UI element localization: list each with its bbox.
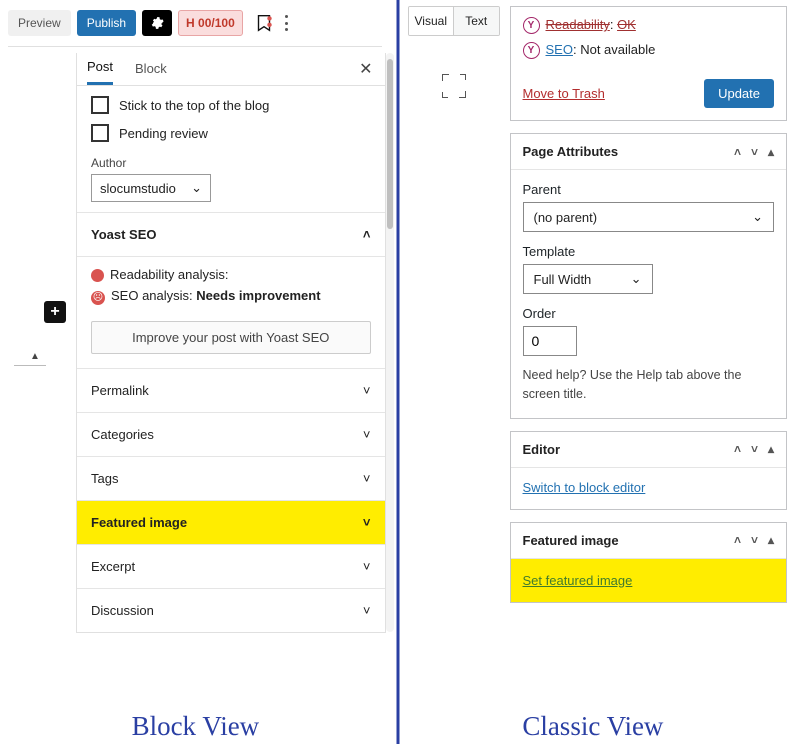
chevron-down-icon: ˅ — [363, 603, 371, 618]
page-attributes-metabox: Page Attributes ˄˅▴ Parent (no parent)⌄ … — [510, 133, 788, 419]
settings-button[interactable] — [142, 10, 172, 36]
panel-title: Tags — [91, 471, 118, 486]
heading-score-button[interactable]: H 00/100 — [178, 10, 243, 36]
chevron-down-icon: ˅ — [363, 515, 371, 530]
editor-metabox: Editor ˄ ˅ ▴ Switch to block editor — [510, 431, 788, 510]
author-label: Author — [91, 156, 371, 170]
yoast-traffic-light-icon[interactable] — [253, 12, 275, 34]
chevron-down-icon: ˅ — [363, 559, 371, 574]
order-input[interactable] — [523, 326, 577, 356]
tab-post[interactable]: Post — [87, 59, 113, 85]
chevron-down-icon: ⌄ — [631, 271, 642, 287]
parent-label: Parent — [523, 182, 775, 197]
caption-left: Block View — [132, 711, 260, 742]
chevron-down-icon: ⌄ — [752, 209, 763, 225]
pending-checkbox[interactable] — [91, 124, 109, 142]
preview-button[interactable]: Preview — [8, 10, 71, 36]
chevron-up-icon[interactable]: ˄ — [734, 533, 741, 547]
chevron-down-icon[interactable]: ˅ — [751, 533, 758, 547]
caption-right: Classic View — [522, 711, 663, 742]
chevron-down-icon[interactable]: ˅ — [751, 442, 758, 456]
chevron-down-icon: ⌄ — [191, 180, 202, 196]
panel-categories[interactable]: Categories ˅ — [77, 413, 385, 457]
collapse-icon: ▲ — [30, 351, 40, 362]
seo-value: Not available — [580, 42, 655, 57]
panel-tags[interactable]: Tags ˅ — [77, 457, 385, 501]
template-select[interactable]: Full Width ⌄ — [523, 264, 653, 294]
publish-metabox: YReadability: OK YSEO: Not available Mov… — [510, 6, 788, 121]
panel-title: Featured image — [91, 515, 187, 530]
chevron-up-icon: ˄ — [363, 227, 371, 242]
more-menu-button[interactable] — [285, 15, 289, 31]
featured-image-metabox: Featured image ˄ ˅ ▴ Set featured image — [510, 522, 788, 603]
tab-visual[interactable]: Visual — [409, 7, 455, 35]
sad-face-icon: ☹ — [91, 291, 105, 305]
tab-block[interactable]: Block — [135, 61, 167, 84]
close-icon[interactable]: ✕ — [359, 59, 372, 79]
readability-label: Readability analysis: — [110, 267, 229, 282]
yoast-logo-icon: Y — [523, 17, 540, 34]
panel-title: Excerpt — [91, 559, 135, 574]
parent-select[interactable]: (no parent) ⌄ — [523, 202, 775, 232]
panel-title: Permalink — [91, 383, 149, 398]
chevron-down-icon: ˅ — [363, 427, 371, 442]
fullscreen-icon[interactable] — [444, 76, 464, 96]
chevron-down-icon: ˅ — [363, 383, 371, 398]
metabox-title: Page Attributes — [523, 144, 619, 159]
scrollbar[interactable] — [386, 53, 394, 632]
panel-excerpt[interactable]: Excerpt ˅ — [77, 545, 385, 589]
editor-mode-tabs: Visual Text — [408, 6, 500, 36]
seo-analysis-value: Needs improvement — [196, 288, 320, 303]
tab-text[interactable]: Text — [454, 7, 499, 35]
template-label: Template — [523, 244, 775, 259]
help-text: Need help? Use the Help tab above the sc… — [523, 366, 775, 404]
readability-value: OK — [617, 17, 636, 32]
divider — [396, 0, 399, 744]
status-dot-red-icon — [91, 269, 104, 282]
yoast-logo-icon: Y — [523, 42, 540, 59]
gear-icon — [150, 16, 164, 30]
parent-value: (no parent) — [534, 210, 598, 225]
improve-yoast-button[interactable]: Improve your post with Yoast SEO — [91, 321, 371, 354]
switch-editor-link[interactable]: Switch to block editor — [523, 480, 646, 495]
order-label: Order — [523, 306, 775, 321]
panel-title: Categories — [91, 427, 154, 442]
sidebar-tabs: Post Block ✕ — [77, 53, 385, 86]
metabox-title: Editor — [523, 442, 561, 457]
move-to-trash-link[interactable]: Move to Trash — [523, 86, 605, 101]
readability-link[interactable]: Readability — [546, 17, 610, 32]
metabox-title: Featured image — [523, 533, 619, 548]
seo-link[interactable]: SEO — [546, 42, 573, 57]
collapse-icon[interactable]: ▴ — [768, 442, 774, 456]
panel-featured-image[interactable]: Featured image ˅ — [77, 501, 385, 545]
author-select[interactable]: slocumstudio ⌄ — [91, 174, 211, 202]
yoast-body: Readability analysis: ☹ SEO analysis: Nee… — [77, 257, 385, 369]
seo-analysis-label: SEO analysis: — [111, 288, 193, 303]
publish-button[interactable]: Publish — [77, 10, 136, 36]
set-featured-image-link[interactable]: Set featured image — [523, 573, 633, 588]
status-section: Stick to the top of the blog Pending rev… — [77, 86, 385, 213]
panel-permalink[interactable]: Permalink ˅ — [77, 369, 385, 413]
panel-title: Yoast SEO — [91, 227, 157, 242]
chevron-up-icon[interactable]: ˄ — [734, 145, 741, 159]
divider — [14, 365, 46, 366]
add-block-button[interactable]: + — [44, 301, 66, 323]
chevron-down-icon[interactable]: ˅ — [751, 145, 758, 159]
panel-yoast-seo[interactable]: Yoast SEO ˄ — [77, 213, 385, 257]
collapse-icon[interactable]: ▴ — [768, 533, 774, 547]
author-value: slocumstudio — [100, 181, 176, 196]
update-button[interactable]: Update — [704, 79, 774, 108]
block-toolbar: Preview Publish H 00/100 — [8, 6, 382, 47]
sticky-label: Stick to the top of the blog — [119, 98, 269, 113]
sticky-checkbox[interactable] — [91, 96, 109, 114]
panel-discussion[interactable]: Discussion ˅ — [77, 589, 385, 632]
collapse-icon[interactable]: ▴ — [768, 145, 774, 159]
template-value: Full Width — [534, 272, 592, 287]
chevron-up-icon[interactable]: ˄ — [734, 442, 741, 456]
pending-label: Pending review — [119, 126, 208, 141]
chevron-down-icon: ˅ — [363, 471, 371, 486]
panel-title: Discussion — [91, 603, 154, 618]
